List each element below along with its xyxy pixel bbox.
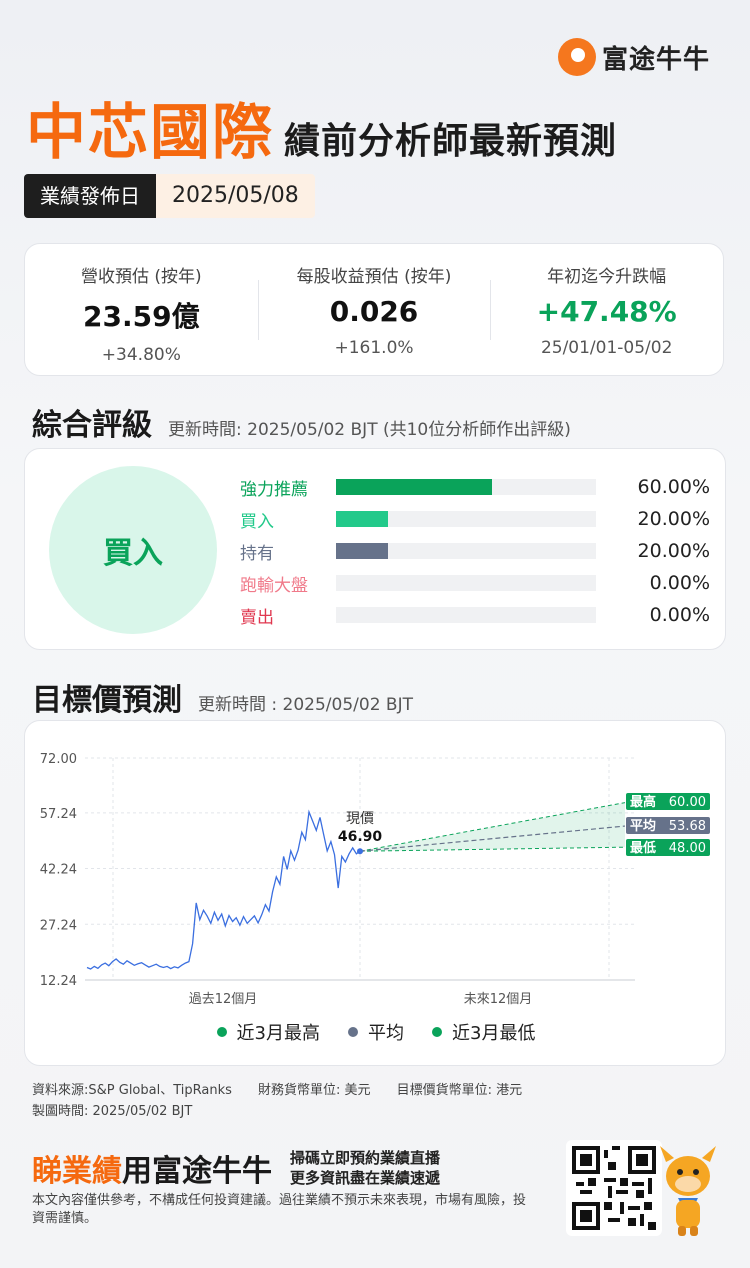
- rating-bar: [336, 543, 596, 559]
- legend-dot-icon: [348, 1027, 358, 1037]
- stat-revenue: 營收預估 (按年) 23.59億 +34.80%: [25, 244, 258, 375]
- qr-code-icon[interactable]: [566, 1140, 662, 1236]
- rating-bar-fill: [336, 479, 492, 495]
- legend-dot-icon: [216, 1027, 227, 1037]
- rating-header: 綜合評級 更新時間: 2025/05/02 BJT (共10位分析師作出評級): [32, 400, 571, 444]
- target-price-card: 72.00 57.24 42.24 27.24 12.24 過去12個月 未來12個月 現價 4…: [24, 720, 726, 1066]
- promo-description: 掃碼立即預約業績直播 更多資訊盡在業績速遞: [290, 1148, 440, 1188]
- brand-name: 富途牛牛: [602, 44, 711, 75]
- forecast-badge-value: 60.00: [669, 795, 706, 810]
- rating-name: 強力推薦: [240, 479, 308, 500]
- rating-card: 買入 強力推薦 60.00% 買入 20.00% 持有 20.00% 跑輸大盤 0.00% 賣出…: [24, 448, 726, 650]
- rating-percent: 20.00%: [637, 540, 710, 562]
- stat-eps: 每股收益預估 (按年) 0.026 +161.0%: [257, 244, 491, 375]
- brand-logo: 富途牛牛: [558, 38, 710, 76]
- stat-ytd: 年初迄今升跌幅 +47.48% 25/01/01-05/02: [490, 244, 723, 375]
- release-date-value: 2025/05/08: [156, 174, 315, 218]
- current-price-value: 46.90: [338, 829, 383, 845]
- rating-percent: 60.00%: [637, 476, 710, 498]
- rating-bar: [336, 575, 596, 591]
- rating-name: 賣出: [240, 607, 274, 628]
- promo-slogan-highlight: 睇業績: [32, 1154, 122, 1189]
- disclaimer: 本文內容僅供參考，不構成任何投資建議。過往業績不預示未來表現，市場有風險，投資需…: [32, 1193, 527, 1226]
- current-price-point: [357, 848, 363, 855]
- company-name: 中芯國際: [26, 98, 274, 168]
- stat-period: 25/01/01-05/02: [540, 338, 673, 358]
- rating-bar-fill: [336, 511, 388, 527]
- rating-percent: 20.00%: [637, 508, 710, 530]
- footnotes: 資料來源:S&P Global、TipRanks 財務貨幣單位: 美元 目標價貨…: [32, 1080, 544, 1122]
- target-updated: 更新時間 : 2025/05/02 BJT: [198, 695, 413, 715]
- stat-label: 每股收益預估 (按年): [296, 267, 452, 287]
- chart-legend: 近3月最高 平均 近3月最低: [25, 1019, 727, 1045]
- y-tick-label: 72.00: [40, 752, 77, 767]
- stats-card: 營收預估 (按年) 23.59億 +34.80% 每股收益預估 (按年) 0.0…: [24, 243, 724, 376]
- target-title: 目標價預測: [32, 683, 182, 718]
- y-tick-label: 12.24: [40, 974, 77, 989]
- rating-percent: 0.00%: [649, 604, 710, 626]
- y-tick-label: 27.24: [40, 918, 77, 933]
- rating-bar: [336, 511, 596, 527]
- stat-label: 年初迄今升跌幅: [547, 267, 667, 287]
- financial-currency: 財務貨幣單位: 美元: [258, 1083, 371, 1098]
- stat-label: 營收預估 (按年): [81, 267, 202, 287]
- stat-value: +47.48%: [536, 295, 677, 328]
- rating-row: 跑輸大盤 0.00%: [240, 571, 710, 596]
- page-title: 中芯國際 績前分析師最新預測: [26, 84, 617, 171]
- x-label-past: 過去12個月: [189, 992, 258, 1007]
- y-tick-label: 42.24: [40, 863, 77, 878]
- release-date-tag: 業績發佈日 2025/05/08: [24, 174, 315, 218]
- target-currency: 目標價貨幣單位: 港元: [396, 1083, 523, 1098]
- forecast-badge-name: 平均: [630, 818, 656, 834]
- forecast-badge-value: 48.00: [669, 841, 706, 856]
- price-history-line: [86, 809, 361, 970]
- stat-value: 23.59億: [83, 300, 200, 333]
- rating-name: 跑輸大盤: [240, 575, 308, 596]
- bull-mascot-icon: [660, 1146, 716, 1236]
- legend-item-avg: 平均: [348, 1019, 404, 1045]
- current-price-label: 現價: [346, 810, 374, 827]
- y-tick-label: 57.24: [40, 807, 77, 822]
- rating-row: 強力推薦 60.00%: [240, 475, 710, 500]
- rating-percent: 0.00%: [649, 572, 710, 594]
- data-source: 資料來源:S&P Global、TipRanks: [32, 1083, 232, 1098]
- promo-line: 掃碼立即預約業績直播: [290, 1149, 441, 1167]
- futu-logo-icon: [558, 38, 596, 76]
- rating-row: 賣出 0.00%: [240, 603, 710, 628]
- rating-row: 持有 20.00%: [240, 539, 710, 564]
- page-subtitle: 績前分析師最新預測: [284, 121, 618, 162]
- target-price-chart: 72.00 57.24 42.24 27.24 12.24 過去12個月 未來12個月 現價 4…: [40, 752, 710, 1007]
- forecast-badge-value: 53.68: [669, 819, 706, 834]
- stat-value: 0.026: [329, 295, 419, 328]
- x-label-future: 未來12個月: [464, 992, 533, 1007]
- stat-change: +161.0%: [334, 338, 414, 358]
- promo-banner: 睇業績用富途牛牛 掃碼立即預約業績直播 更多資訊盡在業績速遞: [32, 1146, 440, 1190]
- target-header: 目標價預測 更新時間 : 2025/05/02 BJT: [32, 675, 413, 719]
- legend-dot-icon: [432, 1027, 442, 1037]
- forecast-badge-name: 最高: [630, 794, 656, 810]
- rating-title: 綜合評級: [32, 408, 152, 443]
- legend-label: 近3月最低: [452, 1023, 536, 1044]
- legend-label: 近3月最高: [236, 1023, 320, 1044]
- rating-bar: [336, 479, 596, 495]
- stat-change: +34.80%: [101, 345, 181, 365]
- promo-line: 更多資訊盡在業績速遞: [290, 1169, 441, 1187]
- release-date-label: 業績發佈日: [24, 174, 156, 218]
- rating-bar-fill: [336, 543, 388, 559]
- rating-row: 買入 20.00%: [240, 507, 710, 532]
- rating-bar: [336, 607, 596, 623]
- legend-label: 平均: [368, 1023, 404, 1044]
- rating-updated: 更新時間: 2025/05/02 BJT (共10位分析師作出評級): [168, 420, 571, 440]
- overall-rating-badge: 買入: [49, 466, 217, 634]
- legend-item-low: 近3月最低: [432, 1019, 535, 1045]
- rating-name: 買入: [240, 511, 274, 532]
- made-time: 製圖時間: 2025/05/02 BJT: [32, 1104, 193, 1119]
- rating-name: 持有: [240, 543, 274, 564]
- promo-slogan: 睇業績用富途牛牛: [32, 1146, 272, 1190]
- promo-slogan-text: 用富途牛牛: [122, 1154, 272, 1189]
- forecast-badge-name: 最低: [630, 840, 656, 856]
- legend-item-high: 近3月最高: [216, 1019, 320, 1045]
